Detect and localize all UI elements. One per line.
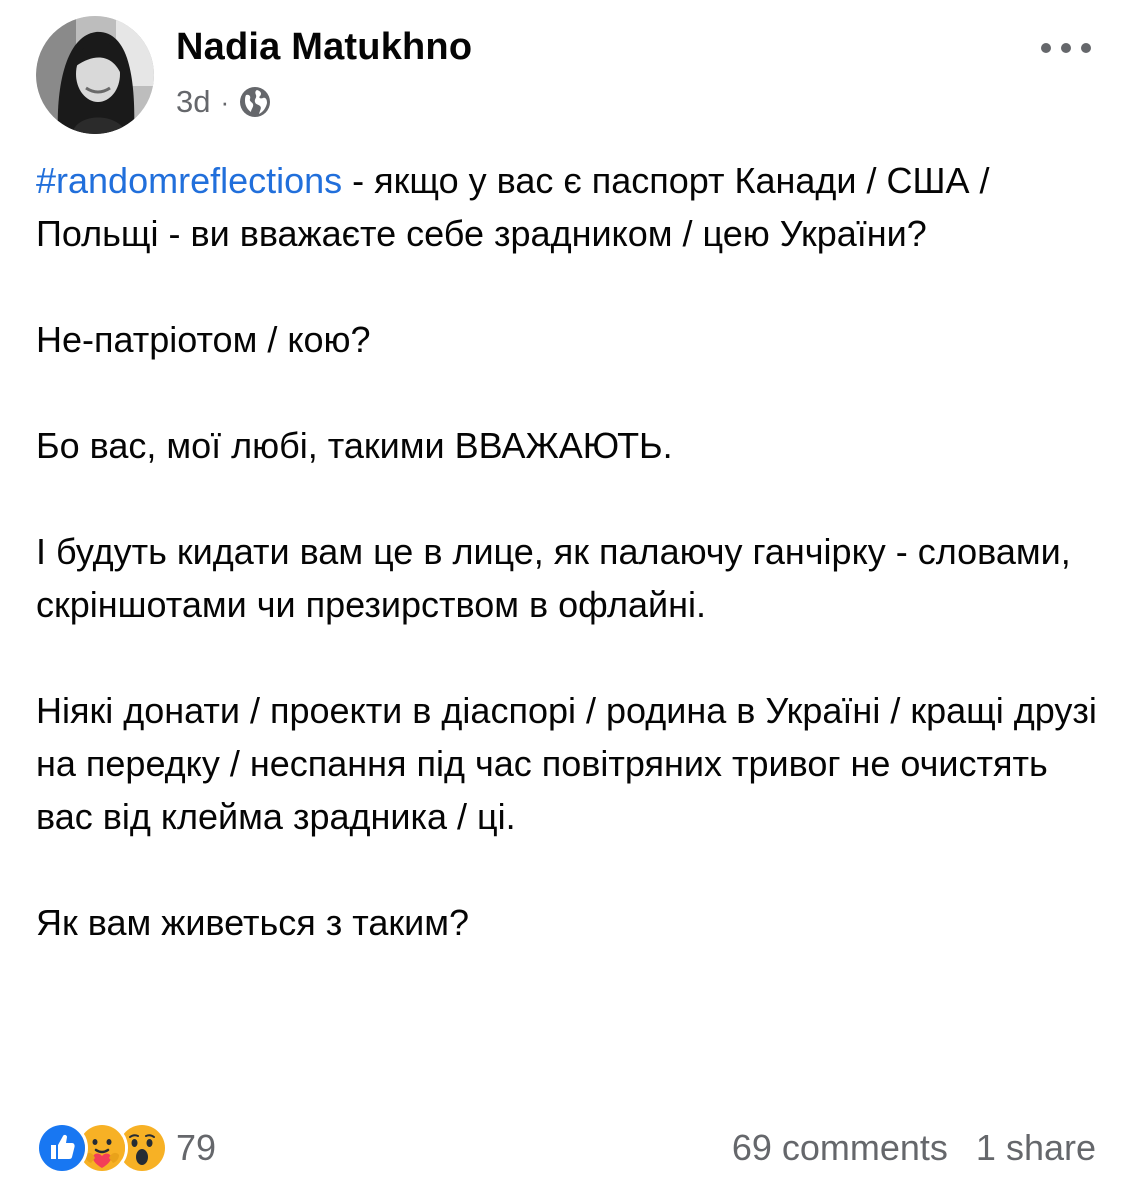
facebook-post: Nadia Matukhno 3d · #randomreflections -… bbox=[0, 0, 1131, 1200]
hashtag-link[interactable]: #randomreflections bbox=[36, 160, 342, 201]
post-paragraph: Не-патріотом / кою? bbox=[36, 319, 371, 360]
globe-icon bbox=[239, 86, 271, 118]
post-paragraph: Як вам живеться з таким? bbox=[36, 902, 469, 943]
post-stats: 69 comments 1 share bbox=[732, 1120, 1096, 1176]
post-timestamp[interactable]: 3d bbox=[176, 84, 210, 120]
meta-separator: · bbox=[220, 86, 230, 117]
post-paragraph: #randomreflections - якщо у вас є паспор… bbox=[36, 154, 1106, 260]
comments-count-link[interactable]: 69 comments bbox=[732, 1127, 948, 1169]
post-body: #randomreflections - якщо у вас є паспор… bbox=[36, 154, 1106, 949]
author-avatar[interactable] bbox=[36, 16, 154, 134]
more-options-icon[interactable] bbox=[1036, 38, 1096, 58]
post-header: Nadia Matukhno 3d · bbox=[36, 16, 1096, 134]
reactions-summary[interactable]: 79 bbox=[36, 1120, 216, 1176]
like-icon bbox=[36, 1122, 88, 1174]
author-name[interactable]: Nadia Matukhno bbox=[176, 26, 472, 69]
avatar-photo bbox=[36, 16, 154, 134]
post-footer: 79 69 comments 1 share bbox=[36, 1120, 1096, 1176]
post-meta: 3d · bbox=[176, 82, 271, 122]
post-paragraph: Ніякі донати / проекти в діаспорі / роди… bbox=[36, 690, 1097, 837]
post-paragraph: Бо вас, мої любі, такими ВВАЖАЮТЬ. bbox=[36, 425, 673, 466]
reaction-count: 79 bbox=[176, 1127, 217, 1168]
post-paragraph: І будуть кидати вам це в лице, як палаюч… bbox=[36, 531, 1071, 625]
shares-count-link[interactable]: 1 share bbox=[976, 1127, 1096, 1169]
